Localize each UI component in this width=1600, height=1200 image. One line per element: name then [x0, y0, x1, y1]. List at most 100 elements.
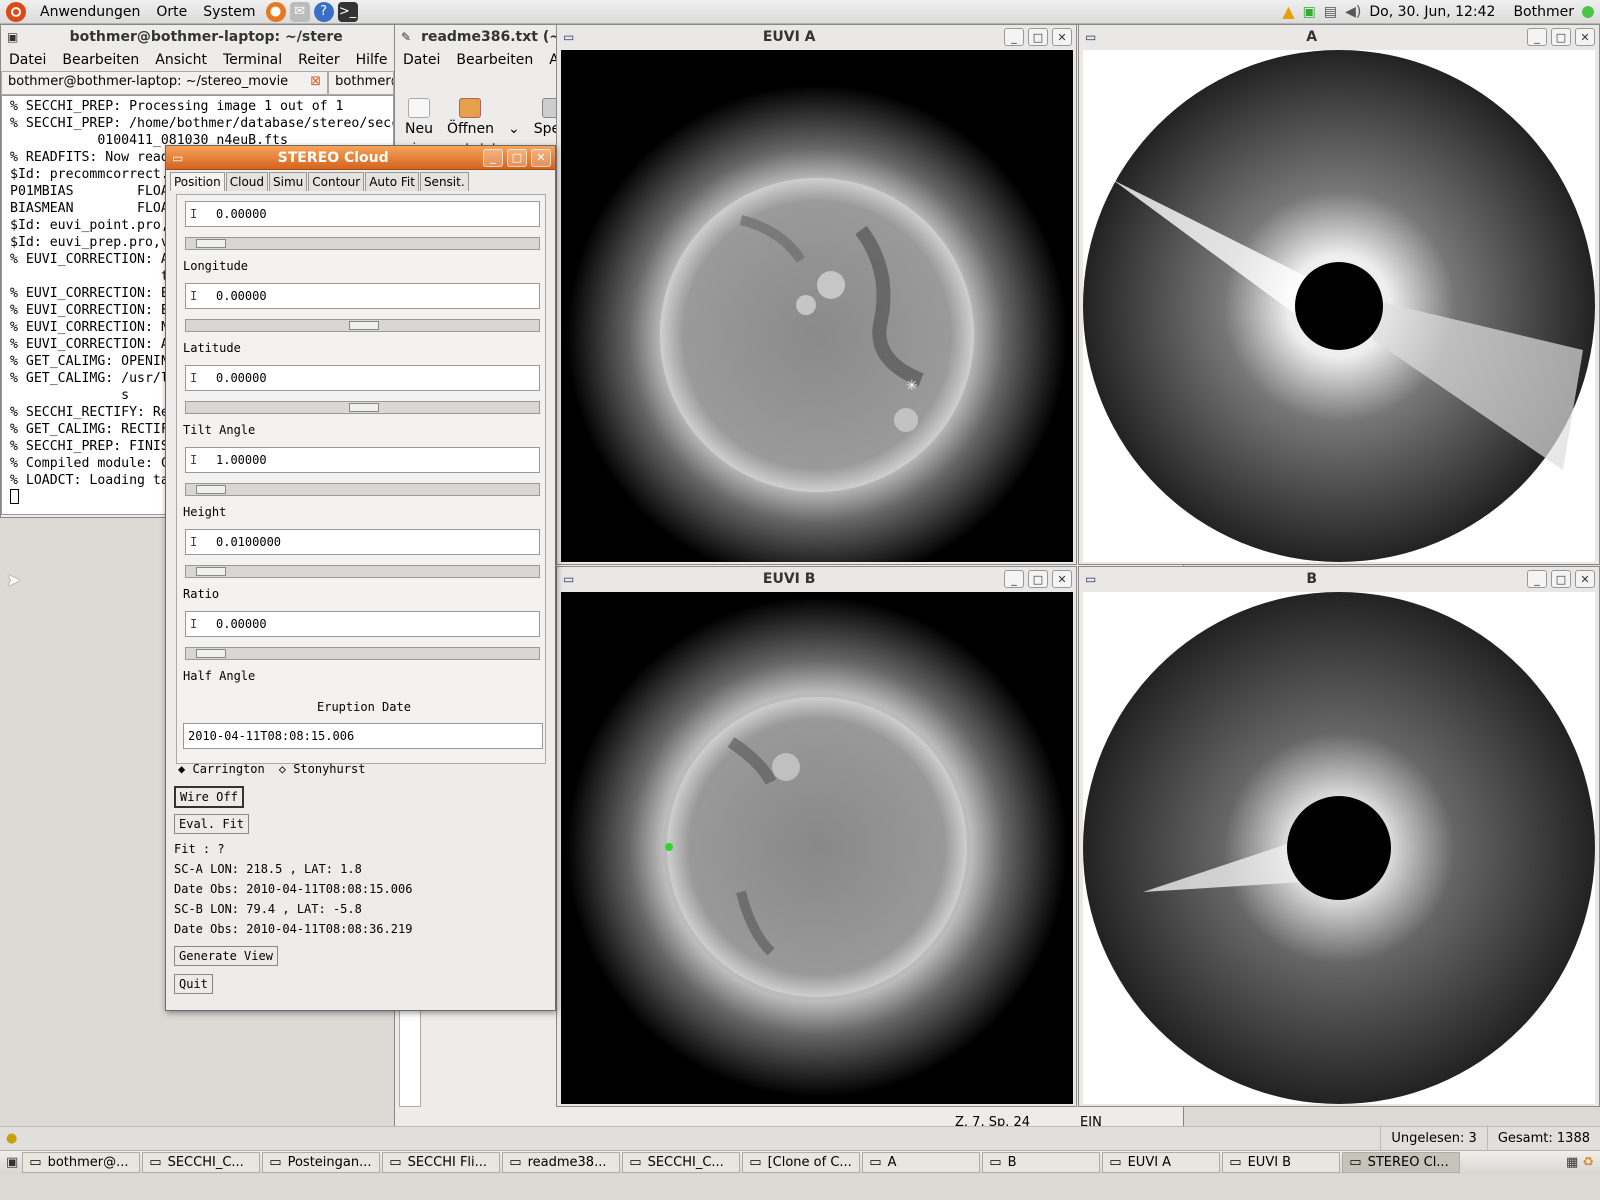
taskbar-item[interactable]: ▭ EUVI B [1222, 1152, 1341, 1173]
half-angle-slider[interactable] [185, 647, 540, 660]
maximize-icon[interactable]: □ [1028, 28, 1048, 46]
open-button[interactable]: Öffnen [447, 98, 494, 141]
slider-handle[interactable] [196, 485, 226, 494]
ubuntu-logo-icon[interactable] [6, 1, 26, 22]
slider-handle[interactable] [349, 321, 379, 330]
radio-stonyhurst[interactable]: ◇ Stonyhurst [279, 762, 366, 776]
user-name[interactable]: Bothmer [1513, 4, 1574, 20]
euvi-b-image[interactable] [561, 592, 1073, 1104]
tab-simu[interactable]: Simu [269, 172, 308, 191]
slider-handle[interactable] [196, 649, 226, 658]
editor-menu-datei[interactable]: Datei [395, 52, 448, 68]
taskbar-item[interactable]: ▭ EUVI A [1102, 1152, 1221, 1173]
slider-handle[interactable] [349, 403, 379, 412]
volume-icon[interactable]: ◀) [1345, 4, 1361, 20]
tilt-angle-slider[interactable] [185, 401, 540, 414]
cor-b-titlebar[interactable]: ▭ B _ □ ✕ [1079, 567, 1599, 591]
open-dropdown[interactable]: ⌄ [508, 121, 520, 141]
taskbar-item[interactable]: ▭ readme38... [502, 1152, 621, 1173]
height-input[interactable]: I 1.00000 [185, 447, 540, 473]
eval-fit-button[interactable]: Eval. Fit [174, 814, 250, 834]
battery-icon[interactable]: ▤ [1324, 4, 1337, 20]
close-icon[interactable]: ✕ [531, 148, 551, 167]
taskbar-item[interactable]: ▭ bothmer@... [22, 1152, 141, 1173]
terminal-tab-active[interactable]: bothmer@bothmer-laptop: ~/stereo_movie ⊠ [1, 71, 329, 95]
euvi-b-titlebar[interactable]: ▭ EUVI B _ □ ✕ [557, 567, 1076, 591]
cor-b-window: ▭ B _ □ ✕ [1078, 566, 1600, 1107]
minimize-icon[interactable]: _ [1004, 570, 1024, 588]
trash-icon[interactable]: ♻ [1582, 1155, 1594, 1170]
menu-applications[interactable]: Anwendungen [32, 4, 148, 20]
minimize-icon[interactable]: _ [1527, 28, 1547, 46]
generate-view-button[interactable]: Generate View [174, 946, 278, 966]
show-desktop-icon[interactable]: ▣ [6, 1155, 18, 1170]
maximize-icon[interactable]: □ [507, 148, 527, 167]
terminal-tab-second[interactable]: bothmer@ [328, 71, 394, 95]
tab-position[interactable]: Position [170, 172, 225, 191]
maximize-icon[interactable]: □ [1551, 28, 1571, 46]
taskbar-item[interactable]: ▭ [Clone of C... [742, 1152, 861, 1173]
minimize-icon[interactable]: _ [1527, 570, 1547, 588]
cor-a-titlebar[interactable]: ▭ A _ □ ✕ [1079, 25, 1599, 49]
editor-menu-bearbeiten[interactable]: Bearbeiten [448, 52, 541, 68]
latitude-slider[interactable] [185, 319, 540, 332]
longitude-slider[interactable] [185, 237, 540, 250]
terminal-menu-hilfe[interactable]: Hilfe [348, 52, 396, 68]
euvi-a-titlebar[interactable]: ▭ EUVI A _ □ ✕ [557, 25, 1076, 49]
terminal-menu-datei[interactable]: Datei [1, 52, 54, 68]
cloud-titlebar[interactable]: ▭ STEREO Cloud _ □ ✕ [166, 146, 555, 170]
taskbar-item[interactable]: ▭ A [862, 1152, 981, 1173]
taskbar-item[interactable]: ▭ B [982, 1152, 1101, 1173]
cor-a-image[interactable] [1083, 50, 1595, 562]
terminal-menu-reiter[interactable]: Reiter [290, 52, 347, 68]
close-icon[interactable]: ✕ [1575, 570, 1595, 588]
tab-cloud[interactable]: Cloud [225, 172, 269, 191]
taskbar-item[interactable]: ▭ SECCHI_C... [142, 1152, 261, 1173]
maximize-icon[interactable]: □ [1551, 570, 1571, 588]
slider-handle[interactable] [196, 567, 226, 576]
close-tab-icon[interactable]: ⊠ [310, 74, 321, 92]
half-angle-input[interactable]: I 0.00000 [185, 611, 540, 637]
ratio-input[interactable]: I 0.0100000 [185, 529, 540, 555]
warning-icon[interactable]: ▲ [1282, 2, 1294, 21]
terminal-menu-ansicht[interactable]: Ansicht [147, 52, 215, 68]
menu-system[interactable]: System [195, 4, 263, 20]
tilt-angle-input[interactable]: I 0.00000 [185, 365, 540, 391]
terminal-launcher-icon[interactable]: >_ [337, 1, 358, 22]
height-slider[interactable] [185, 483, 540, 496]
taskbar-item[interactable]: ▭ SECCHI Fli... [382, 1152, 501, 1173]
network-icon[interactable]: ▣ [1303, 4, 1316, 20]
close-icon[interactable]: ✕ [1575, 28, 1595, 46]
terminal-menu-bearbeiten[interactable]: Bearbeiten [54, 52, 147, 68]
taskbar-item[interactable]: ▭ STEREO Cl... [1342, 1152, 1461, 1173]
cor-b-image[interactable] [1083, 592, 1595, 1104]
longitude-input[interactable]: I 0.00000 [185, 201, 540, 227]
euvi-a-image[interactable]: ✳ [561, 50, 1073, 562]
menu-places[interactable]: Orte [148, 4, 195, 20]
terminal-menu-terminal[interactable]: Terminal [215, 52, 290, 68]
wire-off-button[interactable]: Wire Off [174, 786, 244, 808]
tab-auto-fit[interactable]: Auto Fit [365, 172, 419, 191]
tab-contour[interactable]: Contour [308, 172, 365, 191]
minimize-icon[interactable]: _ [1004, 28, 1024, 46]
terminal-titlebar[interactable]: ▣ bothmer@bothmer-laptop: ~/stere [1, 25, 394, 49]
radio-carrington[interactable]: ◆ Carrington [178, 762, 265, 776]
close-icon[interactable]: ✕ [1052, 570, 1072, 588]
taskbar-item[interactable]: ▭ Posteingan... [262, 1152, 381, 1173]
latitude-input[interactable]: I 0.00000 [185, 283, 540, 309]
quit-button[interactable]: Quit [174, 974, 213, 994]
workspace-switcher-icon[interactable]: ▦ [1566, 1155, 1578, 1170]
ratio-slider[interactable] [185, 565, 540, 578]
tab-sensit[interactable]: Sensit. [419, 172, 469, 191]
slider-handle[interactable] [196, 239, 226, 248]
help-icon[interactable]: ? [313, 1, 334, 22]
firefox-icon[interactable]: ● [265, 1, 286, 22]
clock[interactable]: Do, 30. Jun, 12:42 [1369, 4, 1495, 20]
minimize-icon[interactable]: _ [483, 148, 503, 167]
close-icon[interactable]: ✕ [1052, 28, 1072, 46]
taskbar-item[interactable]: ▭ SECCHI_C... [622, 1152, 741, 1173]
mail-icon[interactable]: ✉ [289, 1, 310, 22]
eruption-date-input[interactable]: 2010-04-11T08:08:15.006 [183, 723, 543, 749]
maximize-icon[interactable]: □ [1028, 570, 1048, 588]
new-button[interactable]: Neu [405, 98, 433, 141]
